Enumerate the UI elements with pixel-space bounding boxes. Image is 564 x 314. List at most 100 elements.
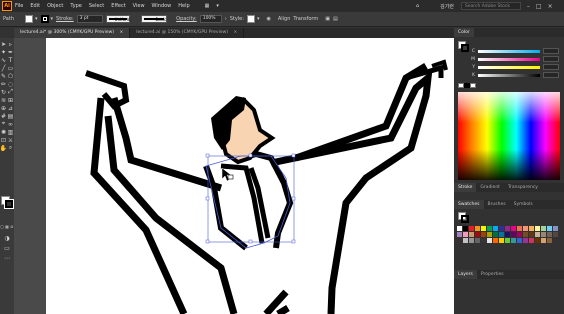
fill-stroke-widget[interactable] bbox=[1, 196, 13, 208]
illustration[interactable] bbox=[46, 38, 454, 314]
maximize-icon[interactable]: □ bbox=[536, 3, 542, 10]
menu-help[interactable]: Help bbox=[178, 3, 189, 9]
opacity-field[interactable]: 100% bbox=[199, 15, 222, 23]
color-swatch[interactable] bbox=[517, 232, 522, 237]
workspace-switcher-icon[interactable]: ▾ bbox=[216, 3, 219, 9]
color-swatch[interactable] bbox=[541, 238, 546, 243]
color-swatch[interactable] bbox=[547, 238, 552, 243]
bbox-handle[interactable] bbox=[205, 153, 210, 158]
menu-type[interactable]: Type bbox=[70, 3, 81, 9]
tab-close-icon[interactable]: × bbox=[233, 30, 237, 35]
color-swatch[interactable] bbox=[541, 226, 546, 231]
black-value-field[interactable] bbox=[543, 72, 559, 78]
opacity-label[interactable]: Opacity: bbox=[176, 16, 197, 22]
graph-tool-icon[interactable]: ▥ bbox=[7, 128, 14, 136]
home-icon[interactable]: ⌂ bbox=[416, 3, 419, 9]
white-quick-swatch[interactable] bbox=[470, 83, 476, 88]
isolate-icon[interactable]: ▣ bbox=[325, 16, 330, 22]
color-swatch[interactable] bbox=[523, 226, 528, 231]
bbox-handle[interactable] bbox=[248, 153, 253, 158]
black-track[interactable] bbox=[478, 73, 540, 77]
color-swatch[interactable] bbox=[553, 226, 558, 231]
cyan-value-field[interactable] bbox=[543, 48, 559, 54]
color-swatch[interactable] bbox=[505, 238, 510, 243]
color-spectrum[interactable] bbox=[458, 92, 560, 180]
bbox-handle[interactable] bbox=[291, 153, 296, 158]
color-swatch[interactable] bbox=[487, 238, 492, 243]
tab-symbols[interactable]: Symbols bbox=[510, 200, 537, 209]
color-swatch[interactable] bbox=[493, 238, 498, 243]
color-swatch[interactable] bbox=[493, 226, 498, 231]
tab-properties[interactable]: Properties bbox=[477, 270, 508, 279]
color-swatch[interactable] bbox=[481, 232, 486, 237]
color-swatch[interactable] bbox=[523, 232, 528, 237]
color-swatch[interactable] bbox=[469, 226, 474, 231]
tab-close-icon[interactable]: × bbox=[119, 30, 123, 35]
menu-file[interactable]: File bbox=[15, 3, 23, 9]
tab-brushes[interactable]: Brushes bbox=[484, 200, 510, 209]
screen-mode-icon[interactable]: ▭ bbox=[0, 244, 14, 252]
eraser-tool-icon[interactable]: ◌ bbox=[7, 80, 14, 88]
bbox-handle[interactable] bbox=[291, 196, 296, 201]
transform-label[interactable]: Transform bbox=[293, 16, 318, 22]
magic-wand-tool-icon[interactable]: ✦ bbox=[0, 48, 7, 56]
color-swatch[interactable] bbox=[511, 238, 516, 243]
color-swatch[interactable] bbox=[487, 232, 492, 237]
color-swatch[interactable] bbox=[535, 232, 540, 237]
color-swatch[interactable] bbox=[469, 232, 474, 237]
color-swatch[interactable] bbox=[529, 226, 534, 231]
color-swatch[interactable] bbox=[541, 232, 546, 237]
color-swatch[interactable] bbox=[547, 226, 552, 231]
blend-tool-icon[interactable]: ∞ bbox=[7, 120, 14, 128]
quick-color-swatches[interactable] bbox=[458, 83, 482, 88]
cyan-slider[interactable]: C bbox=[468, 47, 559, 55]
color-swatch[interactable] bbox=[481, 238, 486, 243]
color-swatch[interactable] bbox=[535, 238, 540, 243]
color-swatch[interactable] bbox=[547, 232, 552, 237]
color-swatch[interactable] bbox=[553, 232, 558, 237]
pen-tool-icon[interactable]: ✒ bbox=[7, 48, 14, 56]
bbox-handle[interactable] bbox=[291, 239, 296, 244]
menu-select[interactable]: Select bbox=[89, 3, 104, 9]
color-swatch[interactable] bbox=[457, 238, 462, 243]
menu-edit[interactable]: Edit bbox=[30, 3, 40, 9]
selection-tool-icon[interactable]: ➤ bbox=[0, 40, 7, 48]
tab-color[interactable]: Color bbox=[454, 28, 474, 37]
magenta-track[interactable] bbox=[478, 57, 540, 61]
stroke-dropdown-icon[interactable]: ▾ bbox=[51, 16, 54, 22]
tab-transparency[interactable]: Transparency bbox=[504, 183, 542, 192]
color-swatch[interactable] bbox=[463, 238, 468, 243]
recolor-icon[interactable]: ◉ bbox=[266, 16, 270, 22]
color-swatch[interactable] bbox=[517, 238, 522, 243]
drawing-mode-icon[interactable]: ◑ bbox=[0, 234, 14, 242]
tab-lecture4-300[interactable]: lecture4.ai* @ 300% (CMYK/GPU Preview) × bbox=[14, 28, 131, 38]
opacity-arrow-icon[interactable]: › bbox=[225, 16, 227, 22]
align-label[interactable]: Align bbox=[278, 16, 291, 22]
tab-gradient[interactable]: Gradient bbox=[476, 183, 504, 192]
stroke-label[interactable]: Stroke: bbox=[56, 16, 74, 22]
cyan-track[interactable] bbox=[478, 49, 540, 53]
gradient-tool-icon[interactable]: ▤ bbox=[7, 112, 14, 120]
menu-window[interactable]: Window bbox=[152, 3, 172, 9]
perspective-tool-icon[interactable]: ⊿ bbox=[7, 104, 14, 112]
color-swatch[interactable] bbox=[505, 226, 510, 231]
fill-swatch[interactable] bbox=[24, 15, 33, 23]
line-tool-icon[interactable]: ╱ bbox=[0, 64, 7, 72]
color-swatch[interactable] bbox=[463, 226, 468, 231]
curvature-tool-icon[interactable]: ∿ bbox=[0, 56, 7, 64]
zoom-tool-icon[interactable]: ⌕ bbox=[7, 144, 14, 152]
color-swatch[interactable] bbox=[511, 226, 516, 231]
color-swatch[interactable] bbox=[529, 238, 534, 243]
color-swatch[interactable] bbox=[487, 226, 492, 231]
yellow-value-field[interactable] bbox=[543, 64, 559, 70]
magenta-value-field[interactable] bbox=[543, 56, 559, 62]
menu-view[interactable]: View bbox=[133, 3, 145, 9]
minimize-icon[interactable]: – bbox=[527, 3, 530, 10]
rectangle-tool-icon[interactable]: ▭ bbox=[7, 64, 14, 72]
magenta-slider[interactable]: M bbox=[468, 55, 559, 63]
artboard-tool-icon[interactable]: ⊡ bbox=[0, 136, 7, 144]
style-swatch[interactable] bbox=[246, 15, 255, 23]
tab-lecture4-150[interactable]: lecture4.ai @ 150% (CMYK/GPU Preview) × bbox=[130, 28, 245, 38]
symbol-sprayer-tool-icon[interactable]: ✺ bbox=[0, 128, 7, 136]
rotate-tool-icon[interactable]: ↻ bbox=[0, 88, 7, 96]
